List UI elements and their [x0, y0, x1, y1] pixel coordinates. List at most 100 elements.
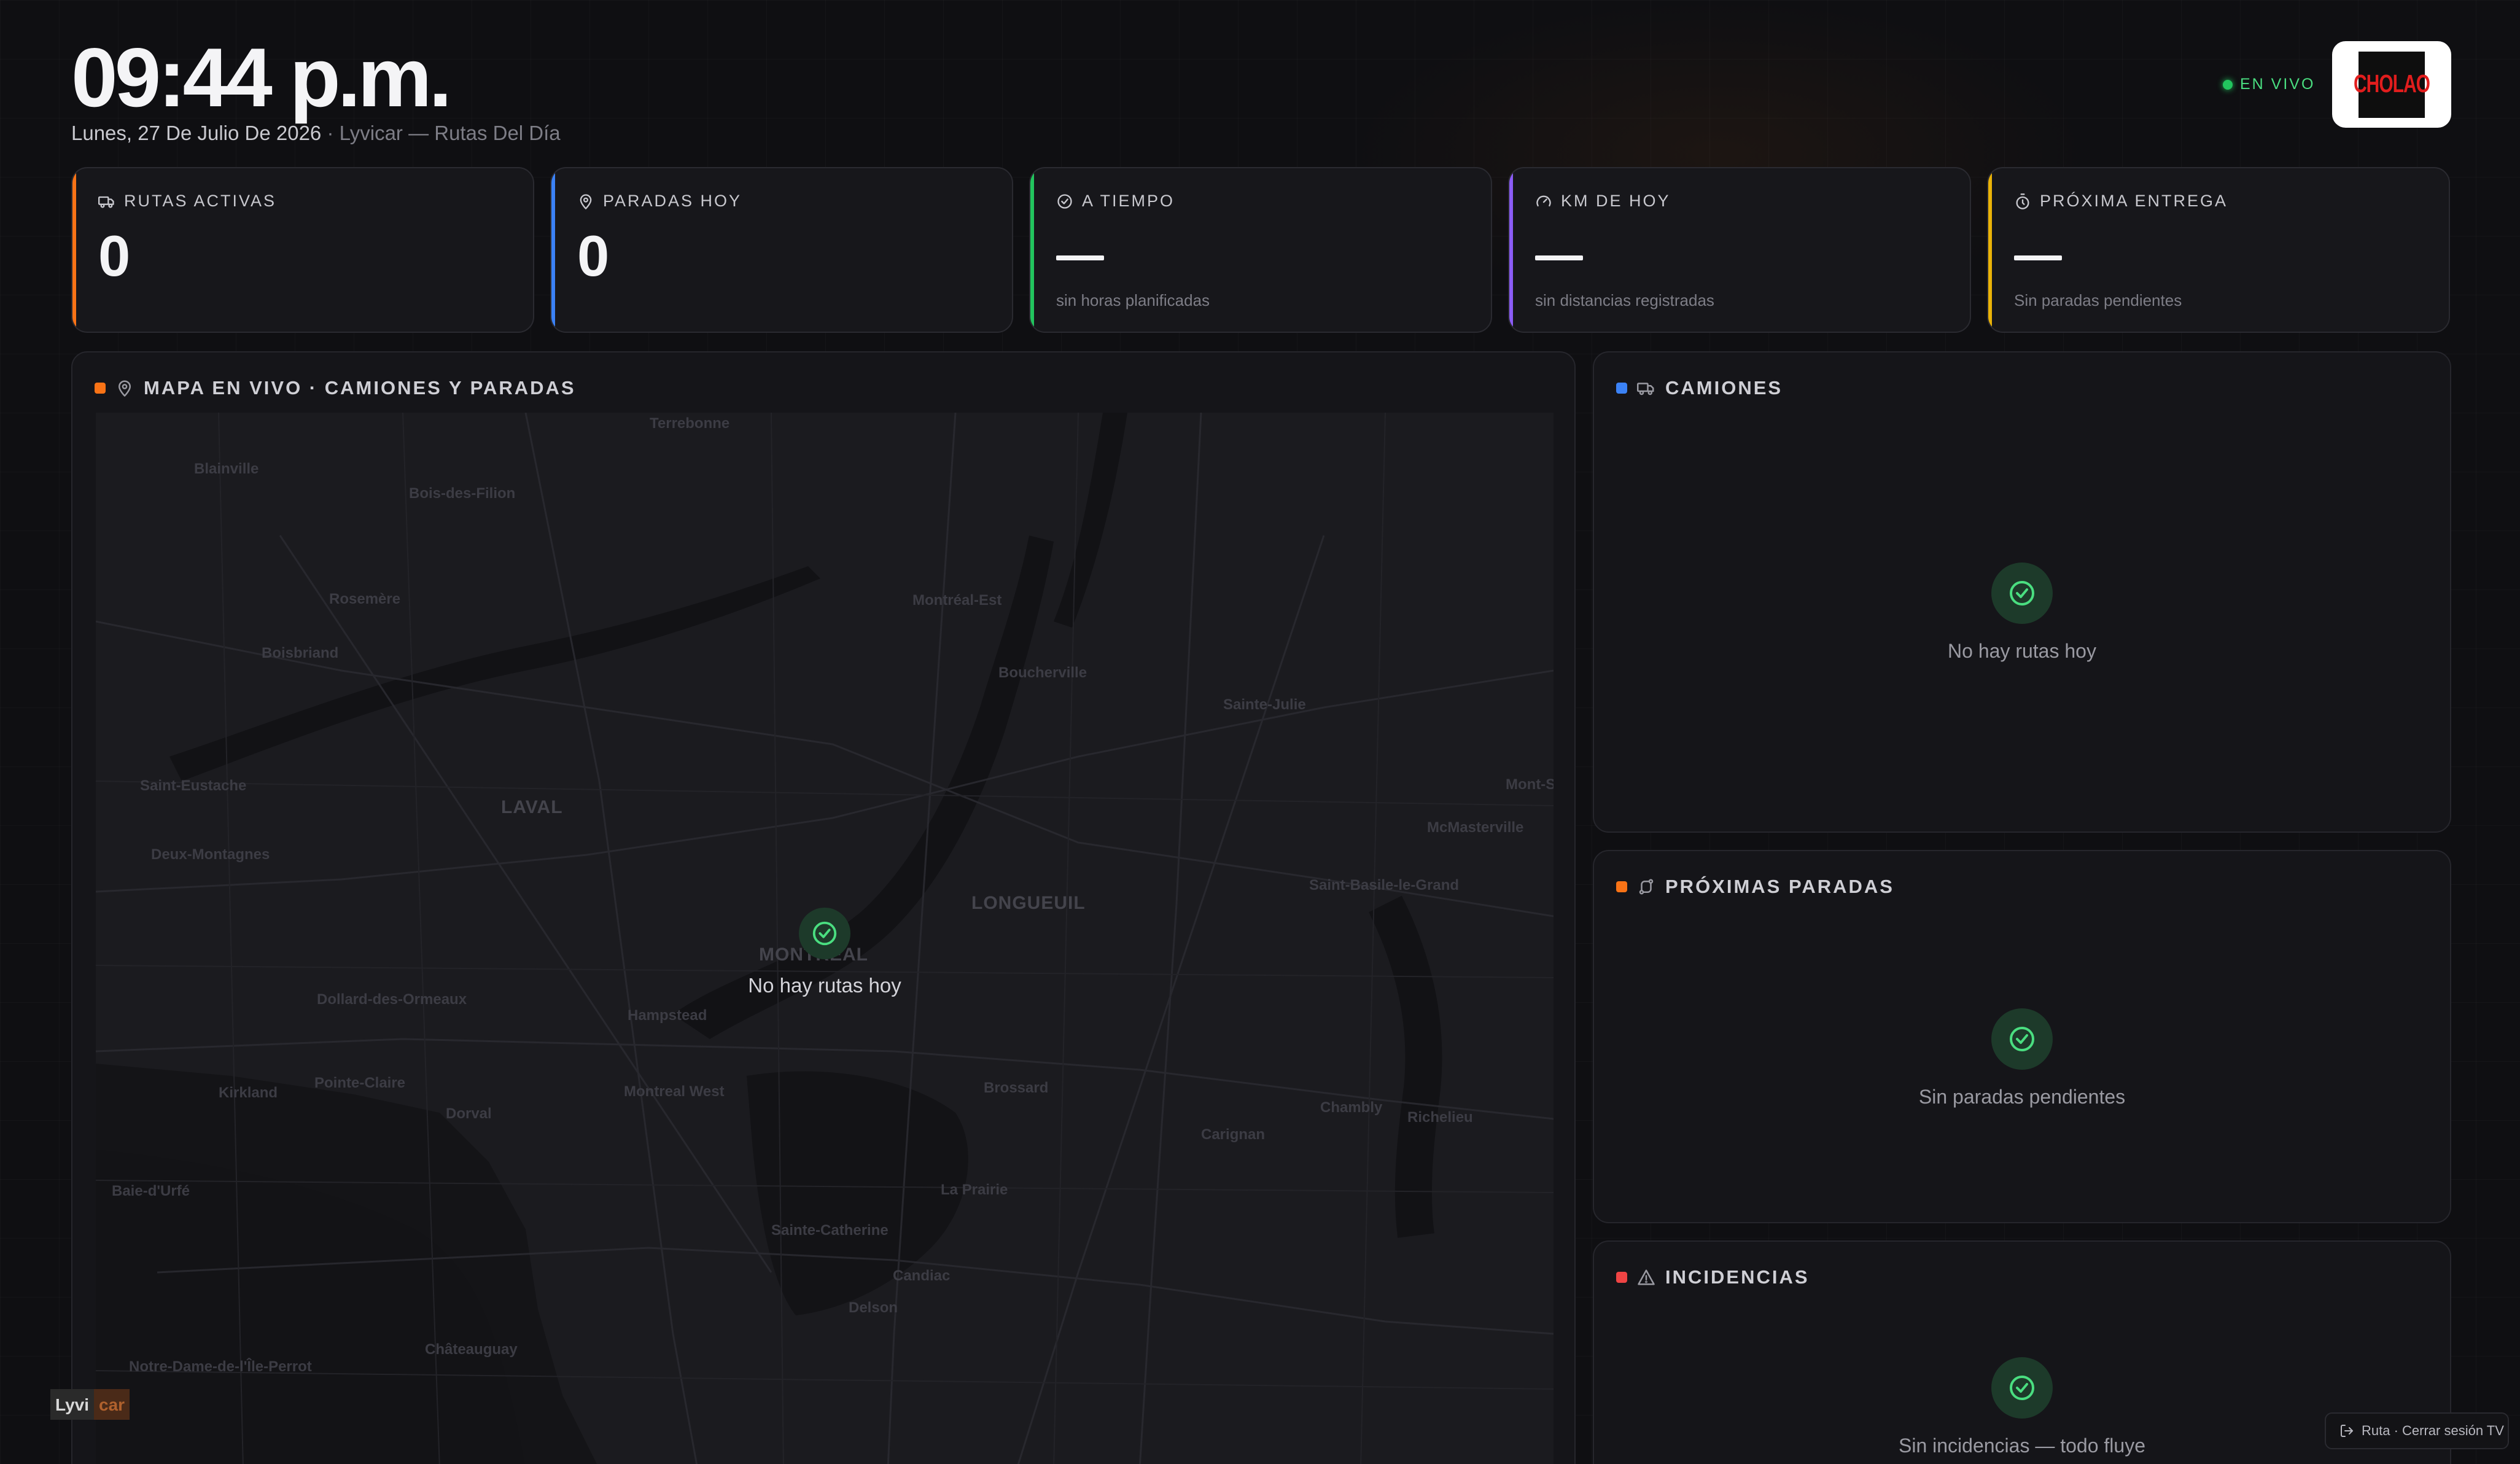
- map-panel: MAPA EN VIVO · CAMIONES Y PARADAS Terreb…: [71, 351, 1576, 1464]
- kpi-accent-bar: [551, 168, 555, 332]
- kpi-sub: sin distancias registradas: [1535, 291, 1714, 310]
- map-pin-icon: [580, 193, 592, 209]
- map-place-label: Terrebonne: [650, 415, 730, 432]
- kpi-label: PRÓXIMA ENTREGA: [2040, 192, 2228, 210]
- map-place-label: McMasterville: [1427, 819, 1524, 836]
- kpi-label: KM DE HOY: [1561, 192, 1671, 210]
- empty-state-badge: [1991, 563, 2053, 624]
- kpi-sub: sin horas planificadas: [1056, 291, 1210, 310]
- incidents-panel-title: INCIDENCIAS: [1665, 1266, 1810, 1288]
- map-place-label: Boisbriand: [262, 645, 339, 661]
- kpi-accent-bar: [1509, 168, 1513, 332]
- logo-text: CHOLAO: [2354, 70, 2430, 98]
- empty-state-badge: [1991, 1357, 2053, 1419]
- map-empty-state: No hay rutas hoy: [96, 908, 1554, 997]
- kpi-empty-dash: [1056, 255, 1104, 260]
- map-place-label: Blainville: [194, 461, 259, 477]
- check-circle-icon: [1057, 193, 1072, 209]
- map-place-label: Dorval: [446, 1105, 492, 1122]
- map-place-label: Notre-Dame-de-l'Île-Perrot: [129, 1358, 312, 1375]
- map-place-label: Carignan: [1201, 1126, 1266, 1143]
- date-line: Lunes, 27 De Julio De 2026 · Lyvicar — R…: [71, 122, 561, 145]
- kpi-accent-bar: [1988, 168, 1992, 332]
- map-place-label: Delson: [849, 1299, 898, 1316]
- gauge-icon: [1536, 195, 1551, 206]
- check-circle-icon: [2010, 1376, 2034, 1400]
- live-indicator: EN VIVO: [2223, 76, 2315, 93]
- map-place-label: Châteauguay: [425, 1341, 518, 1358]
- map-place-label: Montreal West: [624, 1083, 725, 1100]
- map-pin-icon: [119, 380, 131, 397]
- brand-part-b: car: [94, 1389, 130, 1420]
- map-place-label: Chambly: [1320, 1099, 1383, 1116]
- map-place-label: Boucherville: [998, 664, 1087, 681]
- client-logo: CHOLAO: [2332, 41, 2451, 128]
- panel-color-square: [1616, 383, 1627, 394]
- map-place-label: Montréal-Est: [912, 592, 1002, 609]
- kpi-value: 0: [98, 224, 131, 288]
- next-stops-panel-title: PRÓXIMAS PARADAS: [1665, 876, 1894, 897]
- trucks-empty-state: No hay rutas hoy: [1594, 563, 2450, 663]
- kpi-label: PARADAS HOY: [603, 192, 742, 210]
- map-panel-title: MAPA EN VIVO · CAMIONES Y PARADAS: [144, 377, 576, 399]
- logout-button[interactable]: Ruta · Cerrar sesión TV: [2325, 1412, 2509, 1449]
- panel-color-square: [1616, 1272, 1627, 1283]
- map-place-label: Saint-Basile-le-Grand: [1309, 877, 1460, 894]
- kpi-empty-dash: [1535, 255, 1583, 260]
- kpi-a-tiempo: A TIEMPO sin horas planificadas: [1029, 167, 1492, 333]
- panel-color-square: [1616, 881, 1627, 892]
- trucks-panel-title: CAMIONES: [1665, 377, 1783, 399]
- kpi-accent-bar: [1030, 168, 1034, 332]
- map-place-label: Mont-St-Hilaire: [1506, 776, 1554, 793]
- kpi-accent-bar: [72, 168, 76, 332]
- map-place-label: Hampstead: [628, 1007, 707, 1024]
- kpi-paradas-hoy: PARADAS HOY 0: [550, 167, 1013, 333]
- clock: 09:44 p.m.: [71, 31, 452, 124]
- route-icon: [1639, 879, 1654, 895]
- map-place-label: Baie-d'Urfé: [112, 1183, 190, 1199]
- map-place-label: La Prairie: [941, 1182, 1008, 1198]
- live-dot-icon: [2223, 79, 2233, 90]
- next-stops-panel: PRÓXIMAS PARADAS Sin paradas pendientes: [1593, 850, 2451, 1223]
- truck-icon: [98, 196, 114, 208]
- context-text: · Lyvicar — Rutas Del Día: [321, 122, 561, 144]
- map-place-label: Saint-Eustache: [140, 777, 247, 794]
- warning-triangle-icon: [1638, 1269, 1655, 1285]
- map-place-label: Pointe-Claire: [314, 1075, 406, 1091]
- next-stops-empty-state: Sin paradas pendientes: [1594, 1008, 2450, 1108]
- trucks-panel: CAMIONES No hay rutas hoy: [1593, 351, 2451, 833]
- next-stops-empty-text: Sin paradas pendientes: [1918, 1086, 2126, 1108]
- kpi-value: 0: [577, 224, 610, 288]
- kpi-rutas-activas: RUTAS ACTIVAS 0: [71, 167, 534, 333]
- logout-icon: [2341, 1425, 2353, 1437]
- kpi-label: A TIEMPO: [1082, 192, 1175, 210]
- map-place-label: Bois-des-Filion: [409, 485, 516, 502]
- kpi-sub: Sin paradas pendientes: [2014, 291, 2182, 310]
- check-circle-icon: [2010, 1027, 2034, 1051]
- map-place-label: Kirkland: [219, 1084, 278, 1101]
- brand-part-a: Lyvi: [50, 1389, 94, 1420]
- incidents-empty-state: Sin incidencias — todo fluye: [1594, 1357, 2450, 1457]
- kpi-label: RUTAS ACTIVAS: [124, 192, 277, 210]
- incidents-panel: INCIDENCIAS Sin incidencias — todo fluye: [1593, 1240, 2451, 1464]
- logout-label: Ruta · Cerrar sesión TV: [2362, 1423, 2504, 1438]
- empty-state-badge: [799, 908, 850, 959]
- kpi-proxima-entrega: PRÓXIMA ENTREGA Sin paradas pendientes: [1987, 167, 2450, 333]
- map-place-label: Rosemère: [329, 591, 401, 607]
- map-empty-text: No hay rutas hoy: [748, 974, 901, 997]
- map-place-label: Sainte-Julie: [1223, 696, 1306, 713]
- trucks-empty-text: No hay rutas hoy: [1948, 640, 2096, 662]
- date-text: Lunes, 27 De Julio De 2026: [71, 122, 322, 144]
- map-place-label: Brossard: [984, 1080, 1049, 1096]
- lyvicar-brand-logo: Lyvi car: [50, 1389, 130, 1420]
- map-place-label: LAVAL: [501, 797, 563, 817]
- live-map[interactable]: Terrebonne Blainville Bois-des-Filion Ro…: [96, 413, 1554, 1464]
- truck-icon: [1637, 383, 1654, 395]
- map-place-label: Candiac: [893, 1267, 951, 1284]
- kpi-km-de-hoy: KM DE HOY sin distancias registradas: [1508, 167, 1971, 333]
- map-place-label: Deux-Montagnes: [151, 846, 270, 863]
- panel-color-square: [95, 383, 106, 394]
- kpi-empty-dash: [2014, 255, 2062, 260]
- incidents-empty-text: Sin incidencias — todo fluye: [1899, 1435, 2145, 1457]
- timer-icon: [2016, 193, 2029, 209]
